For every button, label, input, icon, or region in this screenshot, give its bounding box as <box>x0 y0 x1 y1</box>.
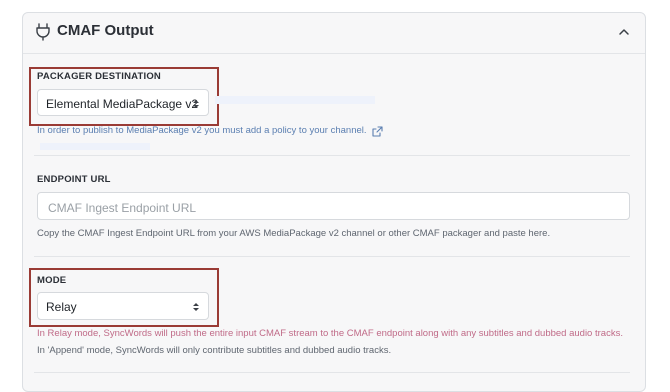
section-header[interactable]: CMAF Output <box>23 13 645 53</box>
section-divider-2 <box>34 256 630 257</box>
endpoint-help-text: Copy the CMAF Ingest Endpoint URL from y… <box>37 228 551 239</box>
external-link-icon[interactable] <box>372 126 383 137</box>
mode-label: MODE <box>37 275 67 286</box>
mode-help-line-1: In Relay mode, SyncWords will push the e… <box>37 328 623 339</box>
packager-destination-label: PACKAGER DESTINATION <box>37 71 161 82</box>
packager-selected-value: Elemental MediaPackage v2 <box>46 97 199 111</box>
mediapackage-policy-link[interactable]: In order to publish to MediaPackage v2 y… <box>37 125 367 136</box>
chevron-up-icon[interactable] <box>617 25 631 39</box>
mode-help-line-2: In 'Append' mode, SyncWords will only co… <box>37 345 392 356</box>
section-divider-1 <box>34 155 630 156</box>
endpoint-url-input[interactable]: CMAF Ingest Endpoint URL <box>37 192 630 220</box>
mode-select[interactable]: Relay <box>37 292 209 320</box>
header-divider <box>23 53 645 54</box>
endpoint-placeholder: CMAF Ingest Endpoint URL <box>48 201 197 215</box>
select-sort-icon <box>193 303 199 311</box>
faded-overlay <box>215 96 375 104</box>
endpoint-url-label: ENDPOINT URL <box>37 174 111 185</box>
plug-icon <box>36 23 50 41</box>
faded-overlay-2 <box>40 143 150 150</box>
section-divider-3 <box>34 372 630 373</box>
mode-selected-value: Relay <box>46 300 77 314</box>
select-sort-icon <box>193 100 199 108</box>
packager-destination-select[interactable]: Elemental MediaPackage v2 <box>37 89 209 116</box>
section-title: CMAF Output <box>57 22 154 39</box>
